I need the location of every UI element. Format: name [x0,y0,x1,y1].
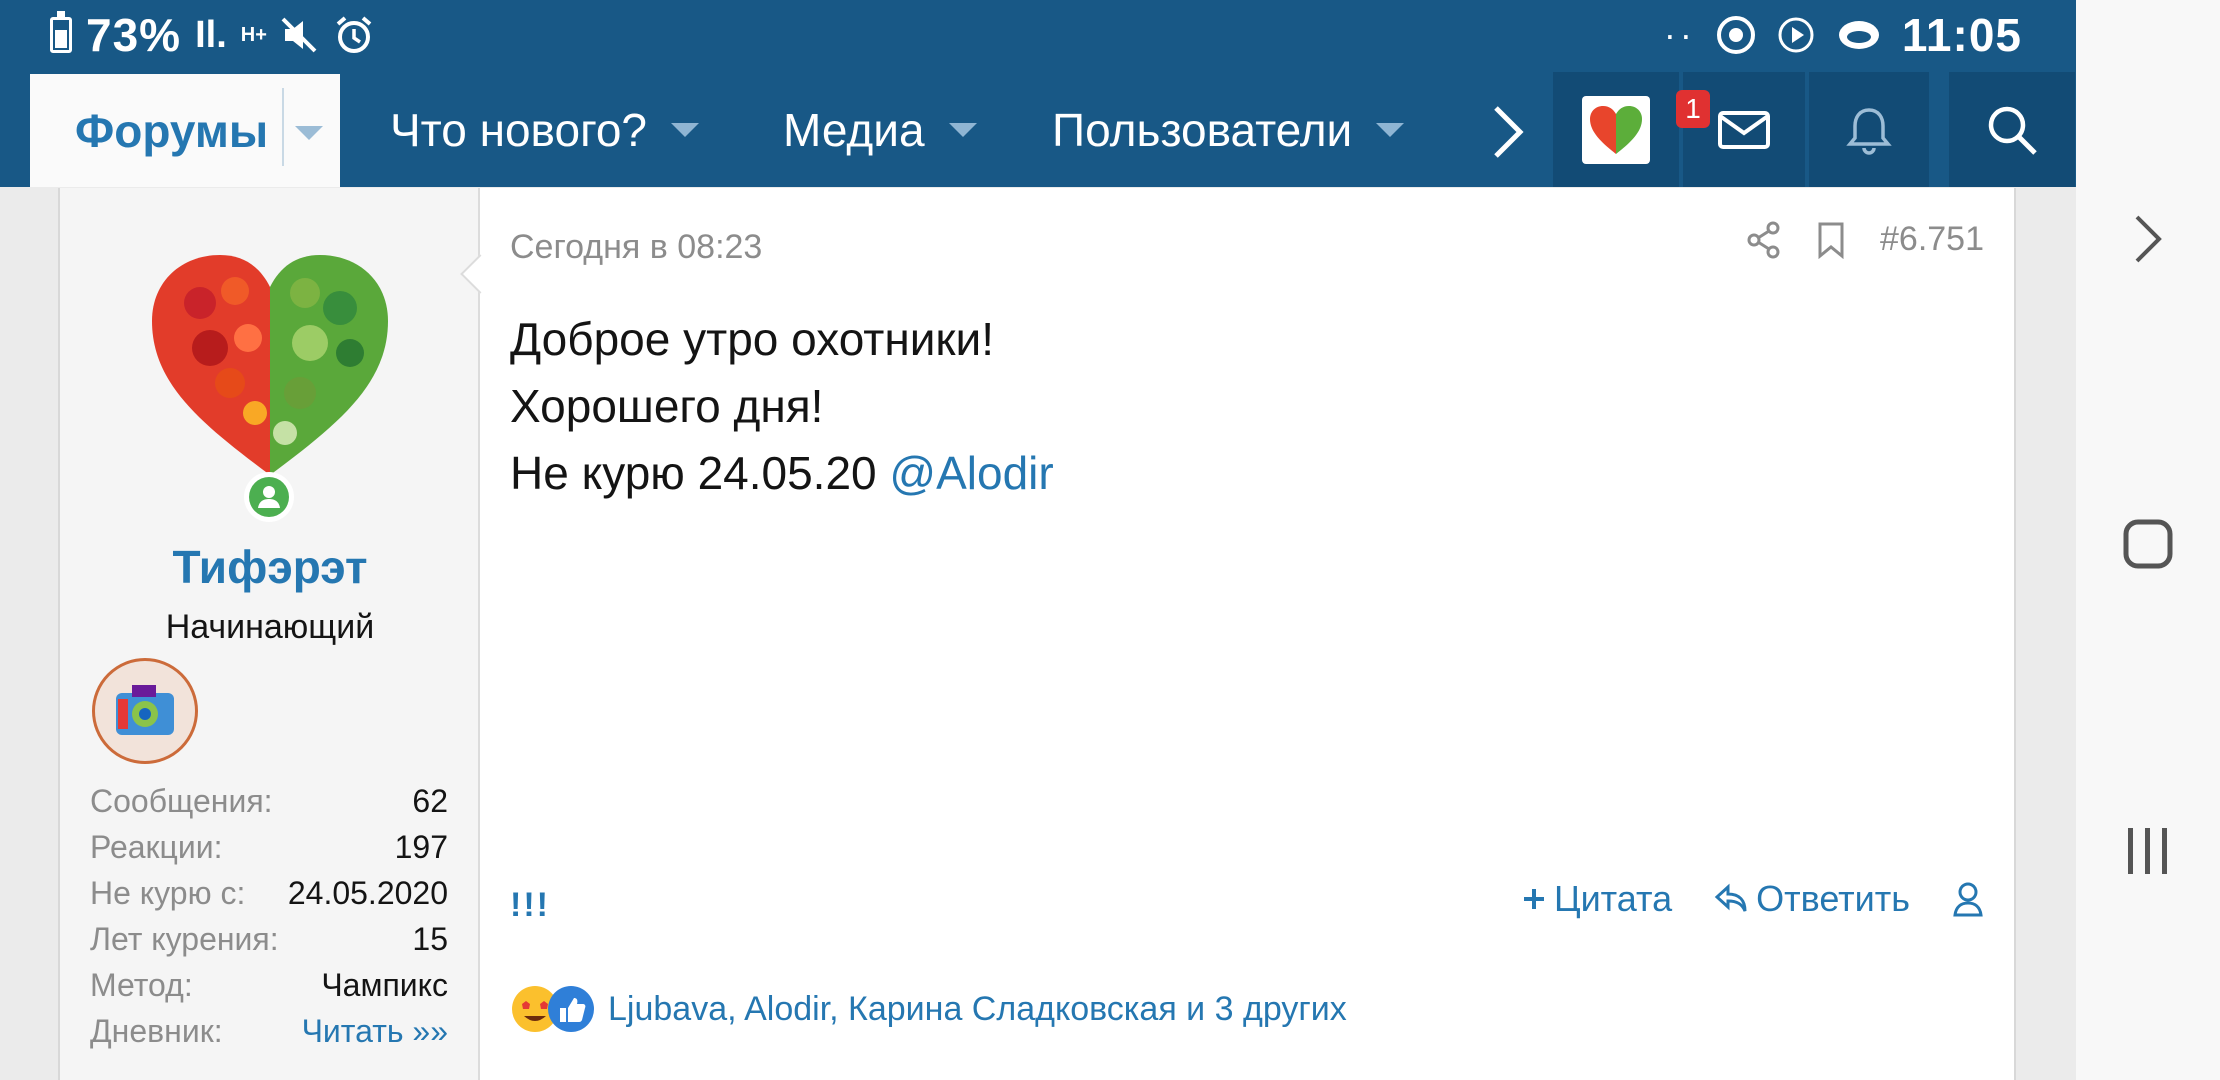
search-button[interactable] [1949,72,2075,187]
post-line-with-mention: Не курю 24.05.20 @Alodir [510,440,1054,507]
user-avatar[interactable] [140,243,400,483]
recent-apps-icon[interactable] [2076,826,2220,876]
stat-label: Лет курения: [90,920,279,957]
stat-row-smoking-years: Лет курения: 15 [90,916,448,962]
post-header-actions: #6.751 [1746,220,1984,259]
stat-row-method: Метод: Чампикс [90,962,448,1008]
battery-icon [50,11,72,53]
nav-tab-members-label: Пользователи [1052,103,1353,156]
diary-read-link[interactable]: Читать »» [302,1013,448,1050]
reply-label: Ответить [1756,878,1910,919]
post-line: Доброе утро охотники! [510,313,995,365]
reply-icon [1714,883,1747,912]
stat-label: Метод: [90,966,193,1003]
alarm-icon [336,16,372,53]
system-nav-bar [2076,0,2220,1080]
post-content: Сегодня в 08:23 #6.751 Доброе утро охотн… [480,188,2014,1080]
user-icon[interactable] [1952,881,1984,917]
stat-value: Чампикс [321,966,448,1003]
chevron-down-icon[interactable] [671,122,699,137]
reply-button[interactable]: Ответить [1714,878,1910,920]
stat-label: Не курю с: [90,874,246,911]
share-icon[interactable] [1746,221,1782,259]
online-status-indicator [244,472,294,522]
post-number[interactable]: #6.751 [1880,220,1984,259]
bookmark-icon[interactable] [1816,221,1846,259]
plus-icon [1523,889,1544,909]
status-bar: 73% Il. H+ ·· 11:05 [0,0,2076,70]
account-avatar-button[interactable] [1553,72,1679,187]
quote-label: Цитата [1553,878,1673,919]
chrome-icon [1716,16,1755,54]
username[interactable]: Тифэрэт [60,540,480,594]
user-title: Начинающий [165,608,375,646]
reactions-list-link[interactable]: Ljubava, Alodir, Карина Сладковская и 3 … [608,990,1347,1029]
stat-value: 197 [394,828,448,865]
signal-icon: Il. [195,14,227,56]
user-online-icon [258,486,280,508]
stat-label: Дневник: [90,1012,223,1049]
post-body: Доброе утро охотники! Хорошего дня! Не к… [510,306,1054,507]
reactions-bar[interactable]: Ljubava, Alodir, Карина Сладковская и 3 … [510,984,1347,1034]
stat-row-reactions: Реакции: 197 [90,824,448,870]
nav-tab-forums-label: Форумы [75,104,269,157]
stat-label: Сообщения: [90,782,273,819]
avatar [1582,95,1650,164]
envelope-icon [1718,110,1770,149]
stat-value: 24.05.2020 [287,874,448,911]
post-card: Тифэрэт Начинающий Сообщения: 62 Реакции… [58,188,2016,1080]
app-header: 73% Il. H+ ·· 11:05 Форумы Что нового? М… [0,0,2076,187]
post-signature-text: !!! [510,886,550,924]
nav-tab-whats-new[interactable]: Что нового? [390,72,699,187]
post-date[interactable]: Сегодня в 08:23 [510,228,762,267]
user-mention-link[interactable]: @Alodir [889,447,1053,499]
home-button-icon[interactable] [2076,518,2220,570]
stat-row-quit-date: Не курю с: 24.05.2020 [90,870,448,916]
heart-avatar-icon [1590,105,1642,154]
nav-tab-members[interactable]: Пользователи [1052,72,1405,187]
stat-value: 15 [412,920,448,957]
user-stats: Сообщения: 62 Реакции: 197 Не курю с: 24… [90,778,448,1054]
chevron-down-icon[interactable] [295,126,323,140]
nav-tab-media-label: Медиа [783,103,925,156]
vegetable-heart-avatar-icon [152,255,388,475]
edge-panel-arrow-icon[interactable] [2076,212,2220,266]
post-footer-actions: Цитата Ответить [1522,878,1984,920]
mute-icon [281,17,317,53]
nav-scroll-right-icon[interactable] [1490,102,1526,172]
stat-row-messages: Сообщения: 62 [90,778,448,824]
post-line: Хорошего дня! [510,380,824,432]
play-icon [1778,17,1814,53]
bell-icon [1846,107,1892,155]
inbox-unread-badge: 1 [1676,90,1710,128]
stat-row-diary: Дневник: Читать »» [90,1008,448,1054]
stat-label: Реакции: [90,828,223,865]
search-icon [1988,106,2037,155]
post-line: Не курю 24.05.20 [510,447,877,499]
main-nav: Форумы Что нового? Медиа Пользователи [0,72,2076,187]
network-type-icon: H+ [240,24,267,46]
battery-level: 73% [86,9,182,61]
clock: 11:05 [1901,9,2022,61]
quote-button[interactable]: Цитата [1522,878,1672,920]
stat-value[interactable]: 62 [412,783,448,820]
nav-tab-forums[interactable]: Форумы [30,74,340,187]
cloud-app-icon [1838,21,1879,49]
chevron-down-icon[interactable] [1376,122,1405,137]
divider [282,88,284,166]
more-dots-icon: ·· [1663,14,1696,55]
camera-trophy-icon[interactable] [92,658,198,764]
alerts-button[interactable] [1809,72,1929,187]
chevron-down-icon[interactable] [948,122,977,137]
user-panel: Тифэрэт Начинающий Сообщения: 62 Реакции… [60,188,480,1080]
thumbs-up-emoji-icon [548,986,594,1032]
nav-tab-whats-new-label: Что нового? [390,103,647,156]
nav-tab-media[interactable]: Медиа [783,72,977,187]
